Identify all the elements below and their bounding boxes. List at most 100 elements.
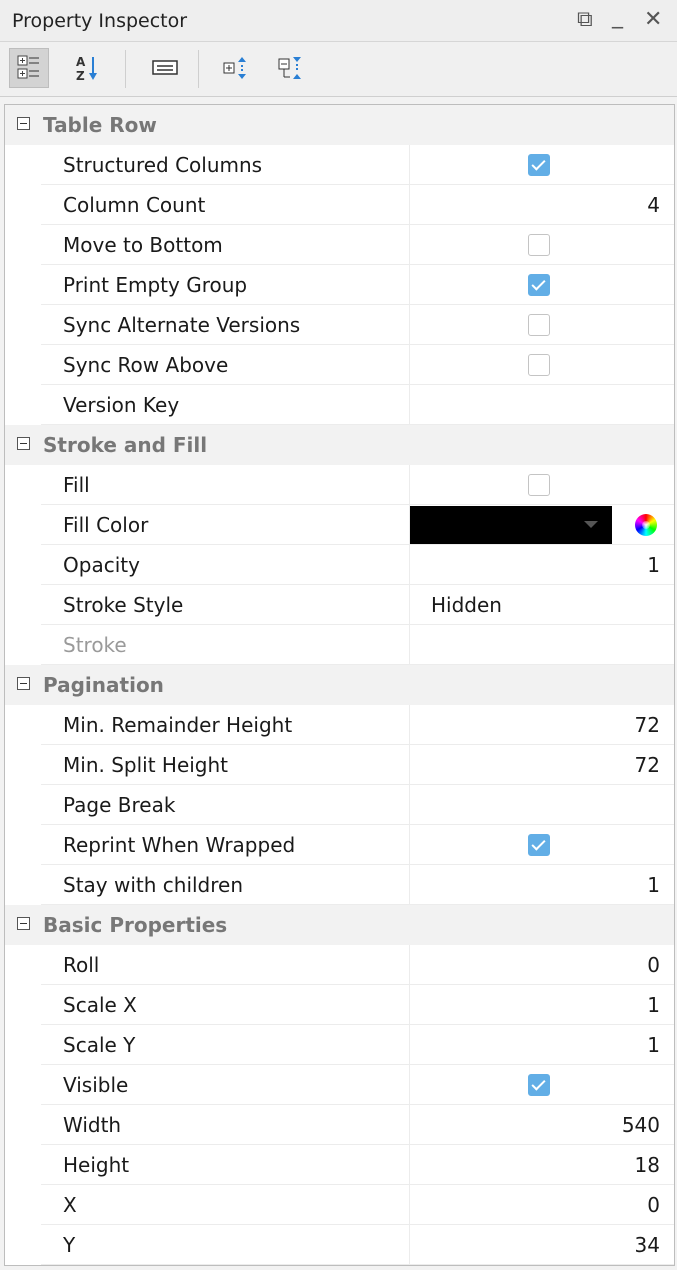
property-row[interactable]: Scale Y 1: [5, 1025, 674, 1065]
property-name-cell: Min. Split Height: [41, 745, 409, 785]
property-row[interactable]: Y 34: [5, 1225, 674, 1265]
property-value-cell[interactable]: 0: [410, 1185, 674, 1225]
property-row[interactable]: Reprint When Wrapped: [5, 825, 674, 865]
property-row[interactable]: Stay with children 1: [5, 865, 674, 905]
property-value-cell[interactable]: 540: [410, 1105, 674, 1145]
panel-title: Property Inspector: [12, 10, 188, 32]
property-name: Scale Y: [63, 1033, 136, 1057]
property-checkbox[interactable]: [528, 834, 550, 856]
property-row[interactable]: Min. Split Height 72: [5, 745, 674, 785]
property-value-cell[interactable]: [410, 625, 674, 665]
property-value-cell[interactable]: [410, 345, 674, 385]
property-value[interactable]: 0: [647, 1193, 660, 1217]
property-value-cell[interactable]: 1: [410, 545, 674, 585]
property-value[interactable]: 1: [647, 1033, 660, 1057]
property-value-cell[interactable]: [410, 505, 674, 545]
collapse-toggle-icon[interactable]: [17, 917, 30, 930]
property-checkbox[interactable]: [528, 274, 550, 296]
property-row[interactable]: Roll 0: [5, 945, 674, 985]
group-header[interactable]: Stroke and Fill: [5, 425, 674, 465]
property-value-cell[interactable]: [410, 825, 674, 865]
property-checkbox[interactable]: [528, 234, 550, 256]
close-icon[interactable]: ✕: [644, 7, 662, 33]
property-row[interactable]: Version Key: [5, 385, 674, 425]
property-checkbox[interactable]: [528, 314, 550, 336]
property-row[interactable]: Column Count 4: [5, 185, 674, 225]
property-value[interactable]: 34: [635, 1233, 660, 1257]
property-value-cell[interactable]: 18: [410, 1145, 674, 1185]
sort-alphabetical-button[interactable]: A Z: [67, 48, 107, 88]
expand-all-button[interactable]: [215, 48, 255, 88]
property-value-cell[interactable]: 1: [410, 1025, 674, 1065]
property-row[interactable]: Width 540: [5, 1105, 674, 1145]
property-value-cell[interactable]: [410, 385, 674, 425]
property-row[interactable]: Print Empty Group: [5, 265, 674, 305]
property-row[interactable]: Move to Bottom: [5, 225, 674, 265]
property-description-button[interactable]: [145, 48, 185, 88]
property-value[interactable]: Hidden: [431, 593, 502, 617]
property-value-cell[interactable]: 34: [410, 1225, 674, 1265]
property-checkbox[interactable]: [528, 1074, 550, 1096]
property-value[interactable]: 72: [635, 713, 660, 737]
property-value[interactable]: 1: [647, 873, 660, 897]
property-row[interactable]: Opacity 1: [5, 545, 674, 585]
property-value[interactable]: 18: [635, 1153, 660, 1177]
property-row[interactable]: Structured Columns: [5, 145, 674, 185]
toolbar: A Z: [0, 42, 677, 97]
collapse-all-icon: [278, 57, 301, 79]
property-value-cell[interactable]: [410, 465, 674, 505]
property-value-cell[interactable]: 1: [410, 865, 674, 905]
minimize-icon[interactable]: _: [612, 4, 623, 30]
property-row[interactable]: Height 18: [5, 1145, 674, 1185]
group-header[interactable]: Basic Properties: [5, 905, 674, 945]
property-value-cell[interactable]: 72: [410, 745, 674, 785]
property-value[interactable]: 1: [647, 553, 660, 577]
property-row[interactable]: X0: [5, 1185, 674, 1225]
property-row[interactable]: Sync Row Above: [5, 345, 674, 385]
property-row[interactable]: Page Break: [5, 785, 674, 825]
property-value-cell[interactable]: [410, 1065, 674, 1105]
property-value-cell[interactable]: [410, 145, 674, 185]
collapse-toggle-icon[interactable]: [17, 437, 30, 450]
property-value[interactable]: 0: [647, 953, 660, 977]
property-value-cell[interactable]: 72: [410, 705, 674, 745]
property-value[interactable]: 540: [622, 1113, 660, 1137]
property-value[interactable]: 1: [647, 993, 660, 1017]
property-row[interactable]: Stroke: [5, 625, 674, 665]
color-wheel-icon[interactable]: [635, 514, 657, 536]
restore-icon[interactable]: ⧉: [577, 7, 593, 33]
property-row[interactable]: Stroke Style Hidden: [5, 585, 674, 625]
property-value[interactable]: 4: [647, 193, 660, 217]
property-name-cell: Height: [41, 1145, 409, 1185]
property-value-cell[interactable]: 0: [410, 945, 674, 985]
group-header[interactable]: Table Row: [5, 105, 674, 145]
property-value-cell[interactable]: 4: [410, 185, 674, 225]
property-row[interactable]: Fill Color: [5, 505, 674, 545]
color-dropdown[interactable]: [410, 506, 612, 544]
property-value-cell[interactable]: [410, 225, 674, 265]
property-checkbox[interactable]: [528, 154, 550, 176]
property-value-cell[interactable]: Hidden: [410, 585, 674, 625]
property-name: Visible: [63, 1073, 129, 1097]
collapse-toggle-icon[interactable]: [17, 677, 30, 690]
property-value-cell[interactable]: [410, 305, 674, 345]
collapse-toggle-icon[interactable]: [17, 117, 30, 130]
property-row[interactable]: Sync Alternate Versions: [5, 305, 674, 345]
property-row[interactable]: Fill: [5, 465, 674, 505]
property-checkbox[interactable]: [528, 354, 550, 376]
property-name: Fill Color: [63, 513, 149, 537]
property-name: Scale X: [63, 993, 137, 1017]
property-checkbox[interactable]: [528, 474, 550, 496]
property-row[interactable]: Visible: [5, 1065, 674, 1105]
property-value-cell[interactable]: 1: [410, 985, 674, 1025]
group-label: Basic Properties: [43, 913, 228, 937]
group-header[interactable]: Pagination: [5, 665, 674, 705]
property-row[interactable]: Min. Remainder Height 72: [5, 705, 674, 745]
property-row[interactable]: Scale X 1: [5, 985, 674, 1025]
collapse-all-button[interactable]: [270, 48, 310, 88]
property-value[interactable]: 72: [635, 753, 660, 777]
property-value-cell[interactable]: [410, 785, 674, 825]
categorized-view-button[interactable]: [9, 48, 49, 88]
property-name-cell: Page Break: [41, 785, 409, 825]
property-value-cell[interactable]: [410, 265, 674, 305]
